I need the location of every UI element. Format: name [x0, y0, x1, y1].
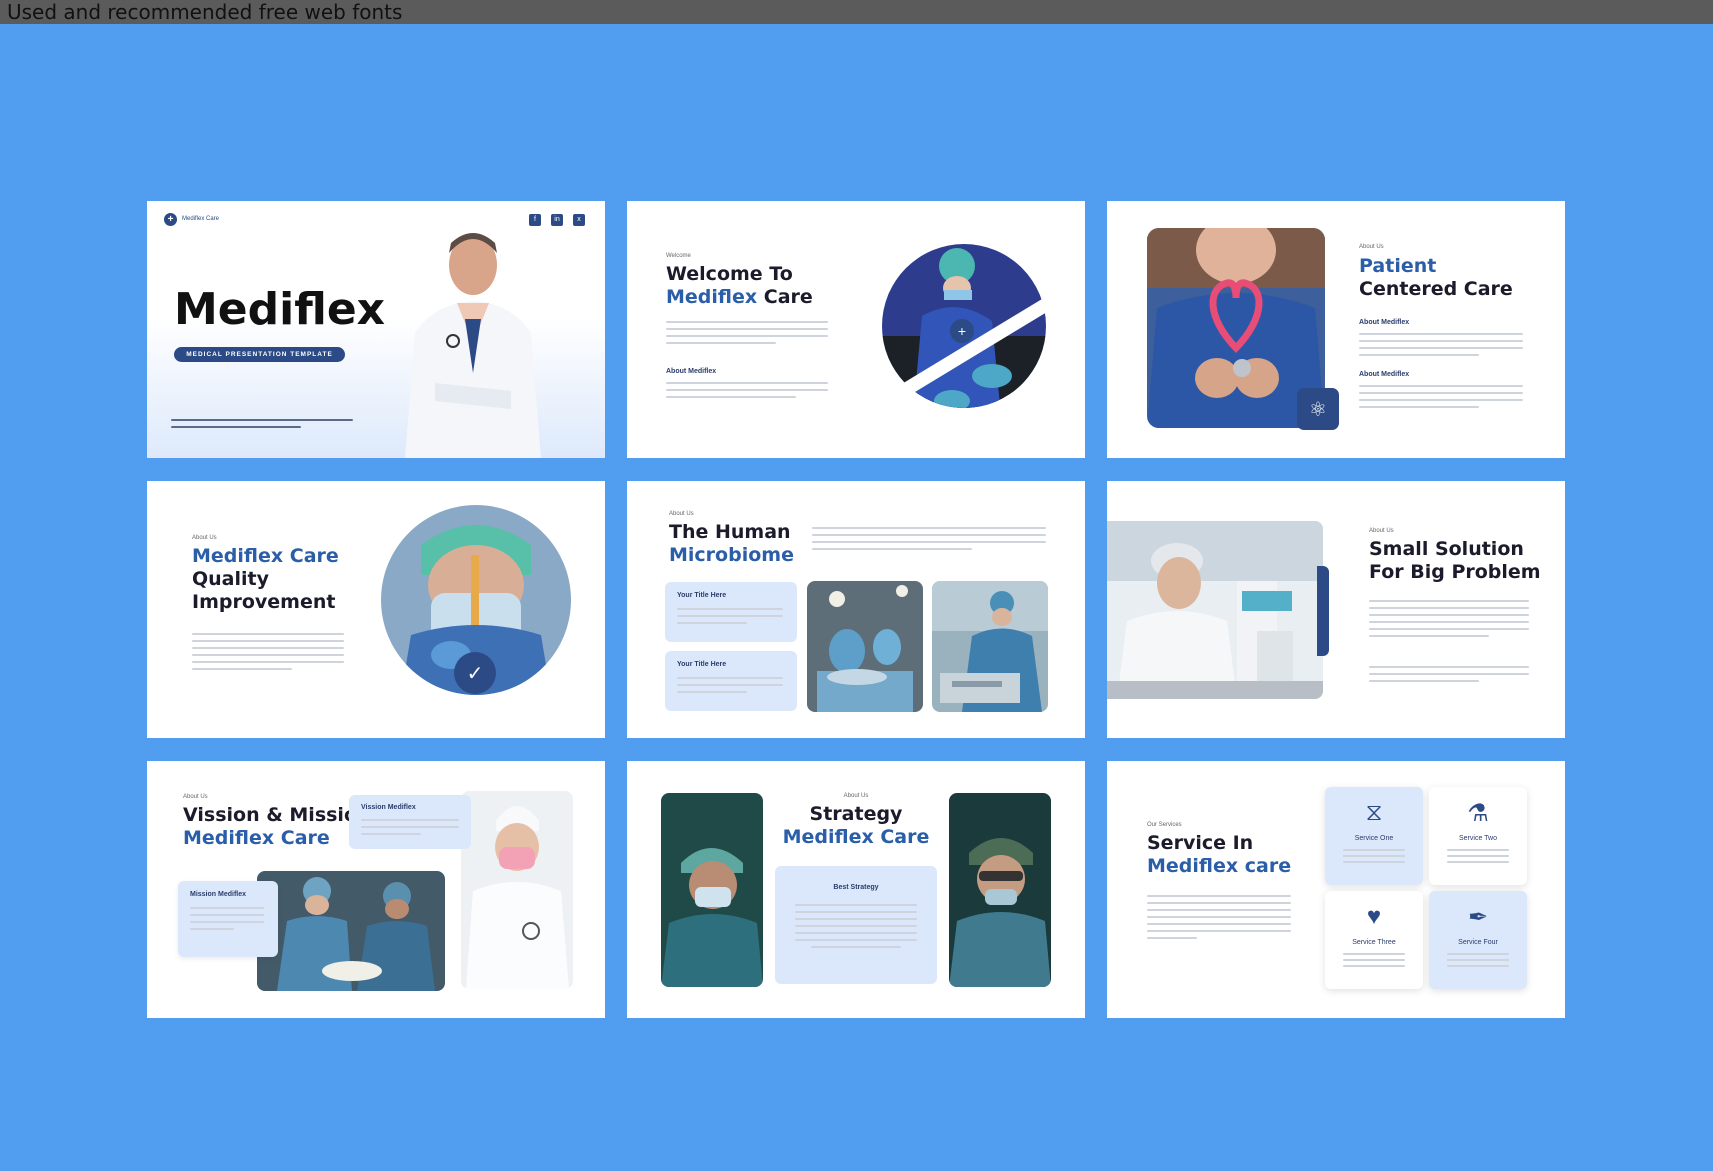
slide-4-title-2: Quality: [192, 568, 269, 590]
slide-4-quality[interactable]: About Us Mediflex Care Quality Improveme…: [147, 481, 605, 738]
slide-4-kicker: About Us: [192, 535, 217, 541]
title-rest-word: Care: [757, 286, 813, 308]
slide-3-sub-1: About Mediflex: [1359, 319, 1410, 326]
operating-room-photo: [807, 581, 923, 712]
slide-2-text-1: [666, 321, 828, 349]
title-card-1: Your Title Here: [665, 582, 797, 642]
slide-9-text: [1147, 895, 1291, 944]
slide-9-services[interactable]: Our Services Service In Mediflex care ⧖ …: [1107, 761, 1565, 1018]
accent-bar: [1317, 566, 1329, 656]
slide-5-intro-text: [812, 527, 1046, 555]
slide-6-kicker: About Us: [1369, 528, 1394, 534]
heart-icon: ♥: [1366, 903, 1382, 930]
service-two-text: [1447, 849, 1509, 867]
plus-logo-icon: +: [164, 213, 177, 226]
flask-icon: ⚗: [1467, 800, 1489, 827]
slide-5-microbiome[interactable]: About Us The Human Microbiome Your Title…: [627, 481, 1085, 738]
title-card-1-label: Your Title Here: [677, 592, 727, 599]
microscope-scientist-photo: [1107, 521, 1323, 699]
vision-text: [361, 819, 459, 840]
title-card-2: Your Title Here: [665, 651, 797, 711]
slide-3-title-1: Patient: [1359, 255, 1437, 277]
slide-5-kicker: About Us: [669, 511, 694, 517]
title-card-2-label: Your Title Here: [677, 661, 727, 668]
slide-5-title-2: Microbiome: [669, 544, 794, 566]
slide-4-title-1: Mediflex Care: [192, 545, 339, 567]
slide-9-title-2: Mediflex care: [1147, 855, 1292, 877]
strategy-label: Best Strategy: [833, 884, 879, 891]
slide-6-title-2: For Big Problem: [1369, 561, 1541, 583]
service-one-text: [1343, 849, 1405, 867]
slide-7-title-1: Vission & Mission: [183, 804, 371, 826]
strategy-card: Best Strategy: [775, 866, 937, 984]
nurse-photo: [461, 791, 573, 989]
service-one-label: Service One: [1354, 835, 1394, 842]
service-four-card[interactable]: ✒ Service Four: [1429, 891, 1527, 989]
slide-3-text-2: [1359, 385, 1523, 413]
top-banner: Used and recommended free web fonts: [0, 0, 1713, 24]
service-three-card[interactable]: ♥ Service Three: [1325, 891, 1423, 989]
strategy-text: [795, 904, 917, 953]
banner-title: Used and recommended free web fonts: [7, 0, 403, 24]
brand-name: Mediflex Care: [182, 216, 220, 222]
surgeon-instruments-photo: [932, 581, 1048, 712]
slide-3-patient[interactable]: ⚛ About Us Patient Centered Care About M…: [1107, 201, 1565, 458]
syringe-icon: ✒: [1467, 904, 1489, 931]
plus-badge-icon: +: [950, 319, 974, 343]
linkedin-icon[interactable]: in: [551, 214, 563, 226]
slide-8-strategy[interactable]: About Us Strategy Mediflex Care Best Str…: [627, 761, 1085, 1018]
slide-2-kicker: Welcome: [666, 253, 691, 259]
slide-3-sub-2: About Mediflex: [1359, 371, 1410, 378]
vision-label: Vission Mediflex: [361, 804, 416, 811]
slide-9-kicker: Our Services: [1147, 822, 1182, 828]
cover-text-lines: [171, 419, 353, 433]
stethoscope-icon: ⚛: [1297, 388, 1339, 430]
syringe-badge-icon: ✓: [454, 652, 496, 694]
twitter-x-icon[interactable]: x: [573, 214, 585, 226]
slide-2-text-2: [666, 382, 828, 403]
slide-6-title-1: Small Solution: [1369, 538, 1524, 560]
slide-6-solution[interactable]: About Us Small Solution For Big Problem: [1107, 481, 1565, 738]
slide-5-title-1: The Human: [669, 521, 791, 543]
surgeon-right-photo: [949, 793, 1051, 987]
slide-3-text-1: [1359, 333, 1523, 361]
service-three-text: [1343, 953, 1405, 971]
slide-7-title-2: Mediflex Care: [183, 827, 330, 849]
vision-card: Vission Mediflex: [349, 795, 471, 849]
service-four-text: [1447, 953, 1509, 971]
mission-text: [190, 907, 264, 935]
slide-4-text: [192, 633, 344, 675]
title-card-2-text: [677, 677, 783, 698]
subtitle-pill: MEDICAL PRESENTATION TEMPLATE: [174, 347, 345, 362]
service-two-card[interactable]: ⚗ Service Two: [1429, 787, 1527, 885]
slide-6-text-2: [1369, 666, 1529, 687]
slide-3-title-2: Centered Care: [1359, 278, 1513, 300]
cover-title: Mediflex: [174, 284, 386, 335]
slide-9-title-1: Service In: [1147, 832, 1254, 854]
slide-2-title-2: Mediflex Care: [666, 286, 813, 309]
service-one-card[interactable]: ⧖ Service One: [1325, 787, 1423, 885]
service-two-label: Service Two: [1459, 835, 1497, 842]
service-four-label: Service Four: [1458, 939, 1498, 946]
slide-3-kicker: About Us: [1359, 244, 1384, 250]
service-three-label: Service Three: [1352, 939, 1396, 946]
mission-card: Mission Mediflex: [178, 881, 278, 957]
dna-icon: ⧖: [1365, 799, 1383, 826]
title-blue-word: Mediflex: [666, 286, 758, 308]
doctor-photo: [395, 223, 545, 458]
slide-6-text-1: [1369, 600, 1529, 642]
slide-2-title-1: Welcome To: [666, 263, 793, 285]
title-card-1-text: [677, 608, 783, 629]
slide-1-cover[interactable]: + Mediflex Care f in x Mediflex MEDICAL …: [147, 201, 605, 458]
mission-label: Mission Mediflex: [190, 891, 247, 898]
slide-2-welcome[interactable]: Welcome Welcome To Mediflex Care About M…: [627, 201, 1085, 458]
slide-2-about: About Mediflex: [666, 368, 717, 375]
slide-7-kicker: About Us: [183, 794, 208, 800]
slide-7-vision-mission[interactable]: About Us Vission & Mission Mediflex Care…: [147, 761, 605, 1018]
slide-4-title-3: Improvement: [192, 591, 336, 613]
surgery-team-photo: [257, 871, 445, 991]
